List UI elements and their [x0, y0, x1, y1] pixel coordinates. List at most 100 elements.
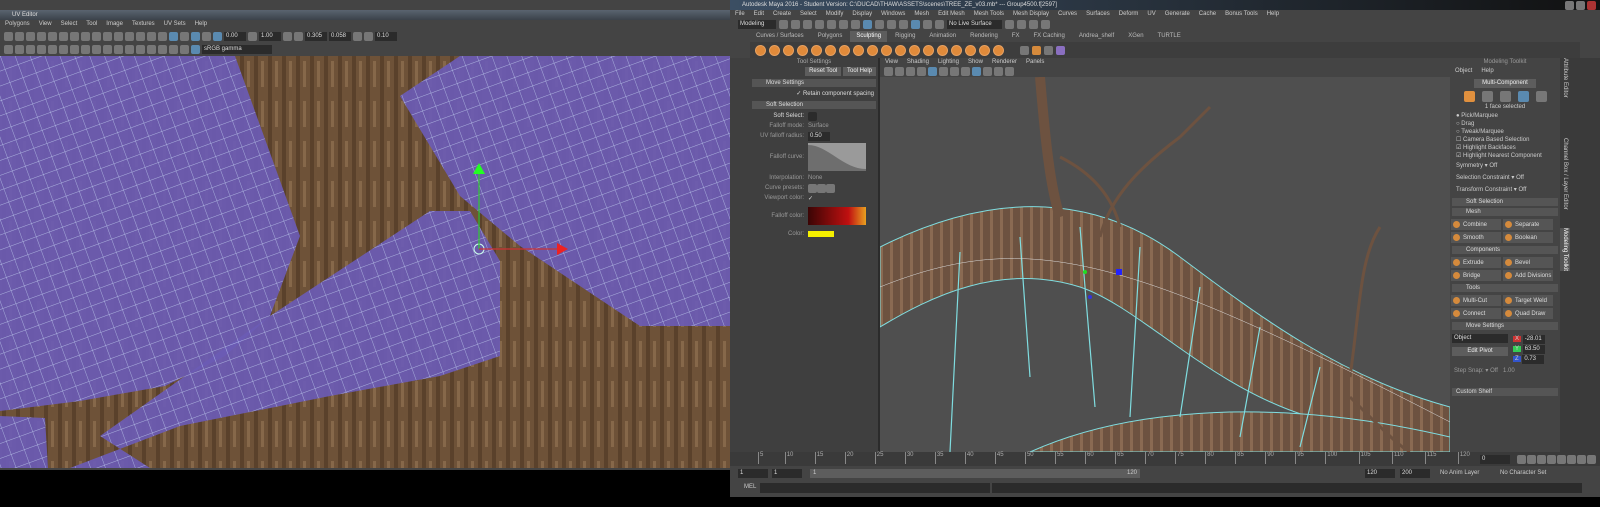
anim-layer-select[interactable]: No Anim Layer [1440, 469, 1479, 478]
save-scene-icon[interactable] [803, 20, 812, 29]
render-icon[interactable] [1017, 20, 1026, 29]
soft-select-checkbox[interactable] [808, 111, 817, 121]
snap-icon[interactable] [923, 20, 932, 29]
go-to-start-icon[interactable] [1517, 455, 1526, 464]
sculpt-tool-icon[interactable] [951, 45, 962, 56]
tool-icon[interactable] [70, 32, 79, 41]
tool-icon[interactable] [202, 32, 211, 41]
move-settings-section[interactable]: Move Settings [1452, 322, 1558, 330]
step-snap-row[interactable]: Step Snap: ▾ Off 1.00 [1450, 366, 1560, 376]
shelf-tab-turtle[interactable]: TURTLE [1152, 31, 1187, 42]
camera-icon[interactable] [884, 67, 893, 76]
menu-mesh[interactable]: Mesh [914, 10, 929, 19]
tool-icon[interactable] [191, 32, 200, 41]
step-back-key-icon[interactable] [1527, 455, 1536, 464]
sculpt-tool-icon[interactable] [979, 45, 990, 56]
tool-icon[interactable] [191, 45, 200, 54]
tool-icon[interactable] [92, 45, 101, 54]
start-time-field[interactable]: 1 [738, 469, 768, 478]
sculpt-tool-icon[interactable] [965, 45, 976, 56]
menu-uv-sets[interactable]: UV Sets [164, 20, 186, 30]
preset-icon[interactable] [826, 183, 835, 193]
u-field[interactable]: 0.305 [305, 32, 327, 41]
render-icon[interactable] [1005, 20, 1014, 29]
sculpt-tool-icon[interactable] [853, 45, 864, 56]
tool-icon[interactable] [15, 32, 24, 41]
sculpt-tool-icon[interactable] [895, 45, 906, 56]
menu-mesh-display[interactable]: Mesh Display [1013, 10, 1049, 19]
menu-deform[interactable]: Deform [1119, 10, 1139, 19]
custom-shelf-section[interactable]: Custom Shelf [1452, 388, 1558, 396]
vp-menu-panels[interactable]: Panels [1026, 58, 1044, 66]
playback-end-field[interactable]: 120 [1365, 469, 1395, 478]
shelf-tab-andrea[interactable]: Andrea_shelf [1073, 31, 1120, 42]
aa-icon[interactable] [1005, 67, 1014, 76]
snap-icon[interactable] [887, 20, 896, 29]
mesh-section[interactable]: Mesh [1452, 208, 1558, 216]
step-field[interactable]: 0.10 [375, 32, 397, 41]
menu-curves[interactable]: Curves [1058, 10, 1077, 19]
vp-menu-lighting[interactable]: Lighting [938, 58, 959, 66]
sculpt-tool-icon[interactable] [811, 45, 822, 56]
step-forward-icon[interactable] [1567, 455, 1576, 464]
menu-generate[interactable]: Generate [1165, 10, 1190, 19]
channel-box-tab[interactable]: Channel Box / Layer Editor [1560, 138, 1570, 228]
menu-display[interactable]: Display [852, 10, 872, 19]
z-field[interactable]: 0.73 [1522, 355, 1545, 364]
menu-file[interactable]: File [735, 10, 745, 19]
new-scene-icon[interactable] [779, 20, 788, 29]
select-object-icon[interactable] [851, 20, 860, 29]
tool-icon[interactable] [136, 32, 145, 41]
move-settings-section[interactable]: Move Settings [752, 79, 876, 87]
tool-icon[interactable] [125, 32, 134, 41]
reset-tool-button[interactable]: Reset Tool [805, 67, 842, 76]
extrude-button[interactable]: Extrude [1451, 257, 1501, 268]
menu-modify[interactable]: Modify [826, 10, 844, 19]
tool-icon[interactable] [70, 45, 79, 54]
tool-icon[interactable] [114, 32, 123, 41]
shelf-tab-animation[interactable]: Animation [923, 31, 962, 42]
tool-icon[interactable] [158, 32, 167, 41]
mel-input[interactable] [760, 483, 990, 493]
grid-icon[interactable] [917, 67, 926, 76]
bevel-button[interactable]: Bevel [1503, 257, 1553, 268]
lock-icon[interactable] [935, 20, 944, 29]
range-slider[interactable]: 1 120 [810, 469, 1140, 478]
maximize-icon[interactable] [1576, 1, 1585, 10]
snap-icon[interactable] [899, 20, 908, 29]
pick-marquee-radio[interactable]: ● Pick/Marquee [1456, 112, 1560, 120]
sculpt-option-icon[interactable] [1020, 46, 1029, 55]
playback-start-field[interactable]: 1 [772, 469, 802, 478]
tool-icon[interactable] [26, 45, 35, 54]
preset-icon[interactable] [808, 183, 817, 193]
menu-mesh-tools[interactable]: Mesh Tools [974, 10, 1004, 19]
highlight-nearest-checkbox[interactable]: ☑ Highlight Nearest Component [1456, 152, 1560, 160]
tool-icon[interactable] [48, 45, 57, 54]
uv-texture-view[interactable] [0, 56, 730, 468]
gamma-field[interactable]: 1.00 [259, 32, 281, 41]
x-field[interactable]: -28.01 [1522, 335, 1545, 344]
tool-icon[interactable] [92, 32, 101, 41]
tool-icon[interactable] [294, 32, 303, 41]
transform-constraint-row[interactable]: Transform Constraint ▾ Off [1456, 184, 1560, 196]
uv-mode-icon[interactable] [1535, 91, 1547, 102]
snap-icon[interactable] [875, 20, 884, 29]
shelf-tab-fx-caching[interactable]: FX Caching [1027, 31, 1070, 42]
sculpt-tool-icon[interactable] [993, 45, 1004, 56]
tool-icon[interactable] [136, 45, 145, 54]
object-mode-icon[interactable] [1463, 91, 1475, 102]
lights-icon[interactable] [961, 67, 970, 76]
tree-model[interactable] [880, 77, 1450, 452]
tool-icon[interactable] [103, 45, 112, 54]
menu-edit[interactable]: Edit [754, 10, 764, 19]
tool-help-button[interactable]: Tool Help [842, 67, 876, 76]
retain-spacing-checkbox[interactable]: ✓ Retain component spacing [750, 89, 878, 99]
tool-icon[interactable] [353, 32, 362, 41]
vp-menu-shading[interactable]: Shading [907, 58, 929, 66]
tweak-marquee-radio[interactable]: ○ Tweak/Marquee [1456, 128, 1560, 136]
sculpt-option-icon[interactable] [1056, 46, 1065, 55]
menu-view[interactable]: View [39, 20, 52, 30]
shelf-tab-rendering[interactable]: Rendering [964, 31, 1004, 42]
sculpt-tool-icon[interactable] [909, 45, 920, 56]
minimize-icon[interactable] [1565, 1, 1574, 10]
